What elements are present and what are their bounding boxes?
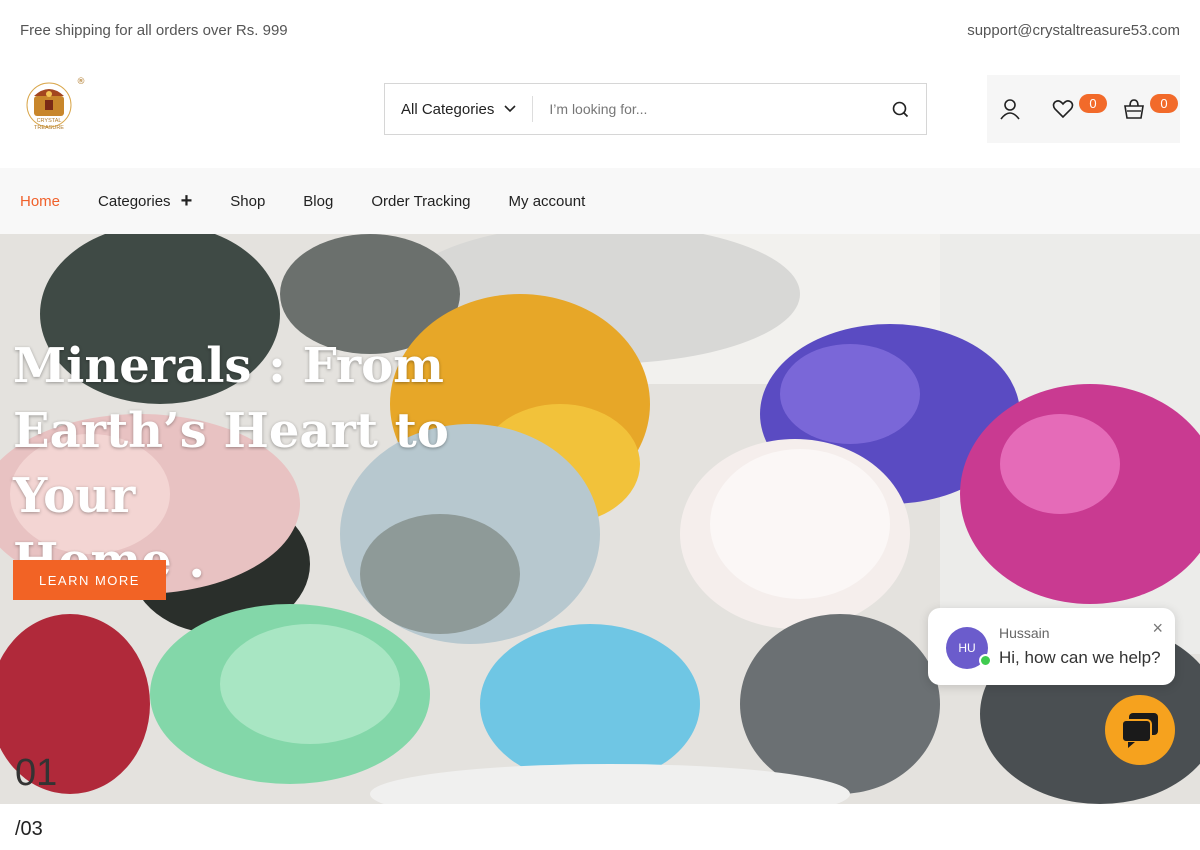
slide-total-number: /03: [15, 818, 43, 840]
wishlist-button[interactable]: [1051, 98, 1075, 120]
search-icon: [892, 101, 908, 117]
category-dropdown-label: All Categories: [401, 100, 495, 118]
nav-item-label: Shop: [230, 192, 266, 210]
svg-text:®: ®: [77, 77, 86, 87]
chat-popup[interactable]: HU Hussain Hi, how can we help? ×: [928, 608, 1175, 685]
header-icons: 0 0: [987, 75, 1180, 143]
hero-title-line: Earth’s Heart to Your: [13, 403, 449, 524]
nav-item-label: Blog: [303, 192, 334, 210]
chevron-down-icon: [504, 105, 516, 113]
chat-message: Hi, how can we help?: [999, 648, 1161, 667]
nav-item-label: Home: [20, 192, 61, 210]
hero-title-line: Minerals : From: [13, 338, 444, 394]
search-button[interactable]: [874, 84, 926, 134]
wishlist-count-badge: 0: [1079, 94, 1107, 113]
nav-item-blog[interactable]: Blog: [303, 193, 333, 210]
hero-title: Minerals : From Earth’s Heart to Your Ho…: [13, 334, 533, 594]
top-bar: Free shipping for all orders over Rs. 99…: [0, 0, 1200, 60]
nav-item-home[interactable]: Home: [20, 193, 60, 210]
user-icon: [1000, 99, 1020, 120]
slide-current-number: 01: [15, 752, 58, 794]
chat-launcher-button[interactable]: [1105, 695, 1175, 765]
cart-button[interactable]: [1122, 97, 1146, 121]
agent-name: Hussain: [999, 625, 1050, 641]
svg-text:TREASURE: TREASURE: [34, 125, 64, 131]
plus-icon: +: [180, 190, 193, 212]
chat-bubble-icon: [1121, 713, 1158, 748]
nav-item-shop[interactable]: Shop: [230, 193, 265, 210]
learn-more-button[interactable]: LEARN MORE: [13, 560, 166, 600]
free-shipping-text: Free shipping for all orders over Rs. 99…: [20, 21, 288, 39]
heart-icon: [1052, 100, 1074, 119]
site-logo[interactable]: CRYSTAL TREASURE ®: [26, 76, 88, 138]
cart-count-badge: 0: [1150, 94, 1178, 113]
hero-banner: Minerals : From Earth’s Heart to Your Ho…: [0, 234, 1200, 804]
svg-text:CRYSTAL: CRYSTAL: [37, 118, 62, 124]
nav-item-label: Order Tracking: [371, 192, 471, 210]
online-status-dot: [979, 654, 992, 667]
nav-item-my-account[interactable]: My account: [509, 193, 586, 210]
nav-item-label: Categories: [98, 192, 171, 210]
main-nav: Home Categories + Shop Blog Order Trackin…: [0, 168, 1200, 234]
nav-item-order-tracking[interactable]: Order Tracking: [371, 193, 470, 210]
basket-icon: [1124, 99, 1144, 119]
header: CRYSTAL TREASURE ® All Categories 0 0: [0, 60, 1200, 168]
support-email[interactable]: support@crystaltreasure53.com: [967, 22, 1180, 39]
search-bar: All Categories: [384, 83, 927, 135]
nav-item-categories[interactable]: Categories +: [98, 191, 192, 211]
account-button[interactable]: [999, 97, 1021, 121]
nav-item-label: My account: [508, 192, 586, 210]
category-dropdown[interactable]: All Categories: [385, 96, 534, 122]
search-input[interactable]: [533, 84, 874, 134]
close-icon[interactable]: ×: [1152, 618, 1163, 639]
